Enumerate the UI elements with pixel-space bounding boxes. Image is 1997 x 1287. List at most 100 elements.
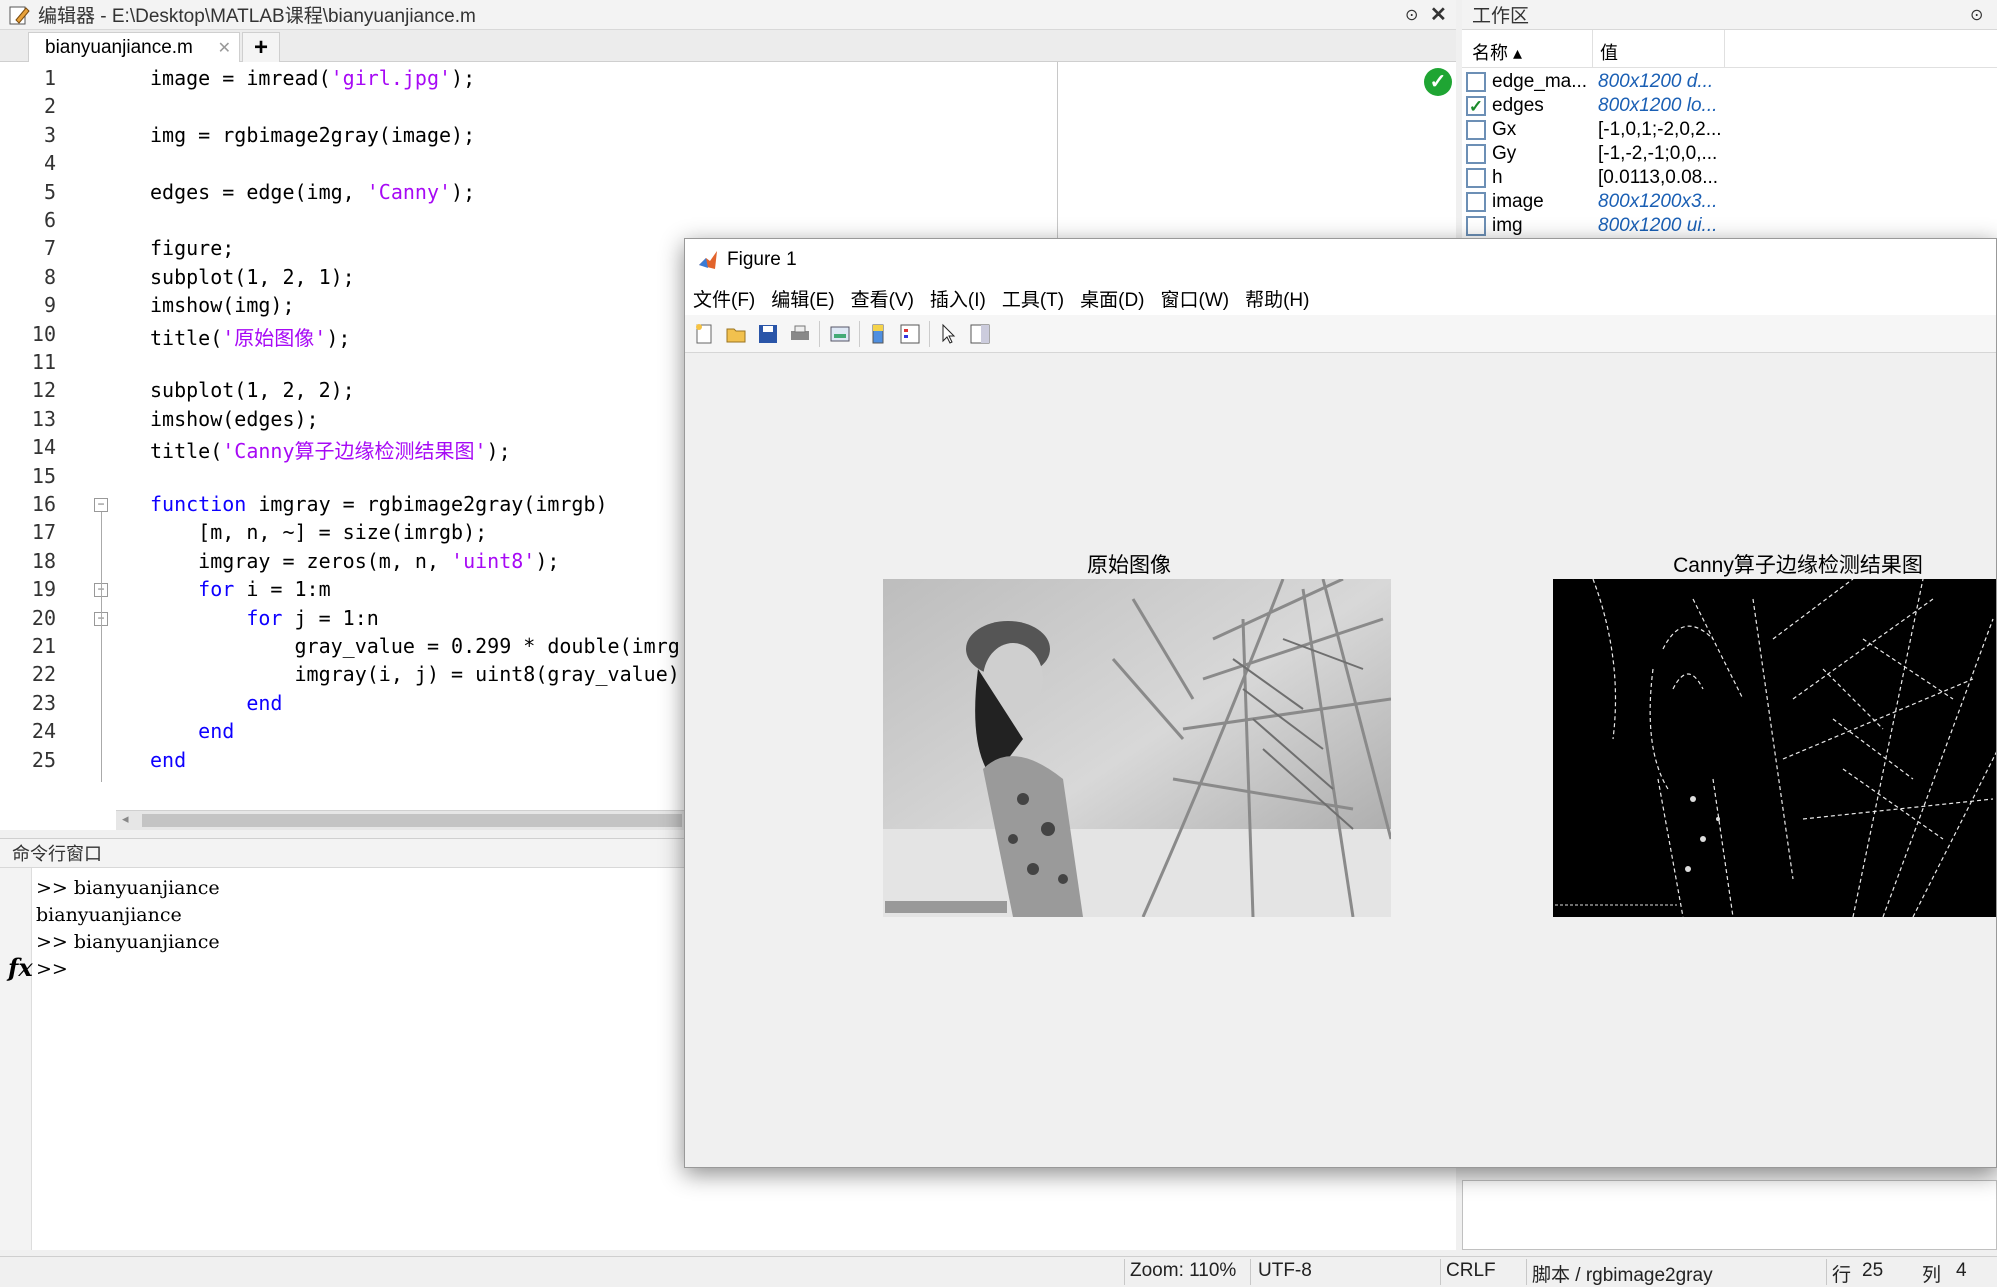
save-icon[interactable] — [757, 323, 779, 345]
matrix-variable-icon — [1466, 144, 1486, 164]
column-header-value[interactable]: 值 — [1600, 39, 1618, 65]
edit-plot-arrow-icon[interactable] — [937, 323, 959, 345]
line-number: 12 — [31, 378, 56, 403]
figure-menu-item[interactable]: 编辑(E) — [771, 285, 834, 312]
code-line[interactable]: imgray = zeros(m, n, 'uint8'); — [150, 549, 559, 573]
figure-window[interactable]: Figure 1 文件(F) 编辑(E) 查看(V) 插入(I) 工具(T) 桌面(D) 窗… — [684, 238, 1997, 1168]
code-line[interactable]: function imgray = rgbimage2gray(imrgb) — [150, 492, 608, 516]
tab-bianyuanjiance[interactable]: bianyuanjiance.m ✕ — [28, 32, 240, 62]
workspace-row[interactable]: h [0.0113,0.08... — [1462, 166, 1997, 190]
figure-menu-item[interactable]: 文件(F) — [693, 285, 755, 312]
workspace-row[interactable]: ✓ edges 800x1200 lo... — [1462, 94, 1997, 118]
dropdown-circle-icon[interactable]: ⊙ — [1405, 5, 1418, 25]
line-number: 8 — [43, 264, 56, 289]
code-token: end — [150, 747, 187, 772]
figure-menu-item[interactable]: 工具(T) — [1002, 285, 1064, 312]
row-number: 25 — [1862, 1260, 1884, 1281]
line-number: 22 — [31, 662, 56, 687]
code-analyzer-ok-icon[interactable]: ✓ — [1424, 68, 1452, 96]
property-editor-icon[interactable] — [969, 323, 991, 345]
canny-edge-image[interactable] — [1553, 579, 1997, 917]
figure-menu-item[interactable]: 桌面(D) — [1080, 285, 1144, 312]
workspace-title-bar: 工作区 ⊙ — [1462, 0, 1997, 30]
command-line[interactable]: >> bianyuanjiance — [36, 931, 220, 953]
tab-close-icon[interactable]: ✕ — [218, 38, 231, 58]
logical-variable-icon: ✓ — [1466, 96, 1486, 116]
line-number: 24 — [31, 719, 56, 744]
workspace-row[interactable]: edge_ma... 800x1200 d... — [1462, 70, 1997, 94]
code-line[interactable]: imshow(edges); — [150, 407, 319, 431]
code-line[interactable]: subplot(1, 2, 1); — [150, 265, 355, 289]
figure-menu-item[interactable]: 帮助(H) — [1245, 285, 1309, 312]
close-icon[interactable]: ✕ — [1430, 2, 1447, 27]
code-line[interactable]: img = rgbimage2gray(image); — [150, 123, 475, 147]
command-line[interactable]: bianyuanjiance — [36, 904, 182, 926]
figure-menu-bar: 文件(F) 编辑(E) 查看(V) 插入(I) 工具(T) 桌面(D) 窗口(W) 帮助(H) — [685, 281, 1996, 315]
workspace-row[interactable]: img 800x1200 ui... — [1462, 214, 1997, 238]
code-line[interactable]: title('Canny算子边缘检测结果图'); — [150, 435, 511, 464]
code-token: imshow(edges); — [150, 406, 319, 431]
code-line[interactable]: gray_value = 0.299 * double(imrg — [150, 634, 679, 658]
colorbar-icon[interactable] — [867, 323, 889, 345]
scrollbar-thumb[interactable] — [142, 814, 682, 827]
code-line[interactable]: end — [150, 719, 234, 743]
matrix-variable-icon — [1466, 72, 1486, 92]
command-line[interactable]: >> bianyuanjiance — [36, 877, 220, 899]
code-line[interactable]: for j = 1:n — [150, 605, 379, 630]
code-token: '原始图像' — [222, 325, 327, 350]
link-plot-icon[interactable] — [829, 323, 851, 345]
line-number: 10 — [31, 321, 56, 346]
code-token: i = 1:m — [234, 577, 331, 602]
code-line[interactable]: imgray(i, j) = uint8(gray_value) — [150, 662, 679, 686]
code-line[interactable]: figure; — [150, 236, 234, 260]
variable-name: img — [1492, 215, 1523, 236]
line-number-gutter: 1 2 3 4 5 6 7 8 9 10 11 12 13 14 15 16 17 18 19 20 21 22 23 24 2… — [0, 62, 116, 830]
workspace-dropdown-icon[interactable]: ⊙ — [1970, 5, 1983, 25]
column-divider[interactable] — [1724, 30, 1725, 68]
scroll-left-icon[interactable]: ◂ — [122, 811, 129, 827]
horizontal-scrollbar[interactable]: ◂ — [116, 810, 690, 830]
code-line[interactable]: end — [150, 691, 282, 715]
code-token: subplot(1, 2, 2); — [150, 378, 355, 403]
figure-menu-item[interactable]: 插入(I) — [930, 285, 986, 312]
workspace-row[interactable]: Gx [-1,0,1;-2,0,2... — [1462, 118, 1997, 142]
fx-icon[interactable]: fx — [8, 953, 33, 982]
line-number: 9 — [43, 293, 56, 318]
command-line[interactable]: >> — [36, 958, 68, 980]
legend-icon[interactable] — [899, 323, 921, 345]
workspace-header: 名称 ▴ 值 — [1462, 30, 1997, 68]
right-margin-rule — [1057, 62, 1058, 240]
line-number: 3 — [43, 122, 56, 147]
variable-name: edge_ma... — [1492, 71, 1588, 92]
editor-title-text: 编辑器 - E:\Desktop\MATLAB课程\bianyuanjiance… — [38, 6, 476, 27]
line-number: 16 — [31, 492, 56, 516]
code-line[interactable]: end — [150, 748, 186, 772]
figure-menu-item[interactable]: 窗口(W) — [1161, 285, 1230, 312]
code-line[interactable]: edges = edge(img, 'Canny'); — [150, 180, 475, 204]
fold-toggle-icon[interactable]: − — [94, 498, 108, 512]
add-tab-button[interactable]: + — [242, 32, 280, 62]
new-figure-icon[interactable] — [693, 323, 715, 345]
code-line[interactable]: title('原始图像'); — [150, 322, 350, 351]
column-header-name[interactable]: 名称 ▴ — [1472, 39, 1522, 65]
line-number: 5 — [43, 179, 56, 204]
line-ending: CRLF — [1446, 1260, 1496, 1281]
code-line[interactable]: for i = 1:m — [150, 577, 331, 602]
line-number: 7 — [43, 236, 56, 261]
code-token: j = 1:n — [282, 605, 379, 630]
open-file-icon[interactable] — [725, 323, 747, 345]
code-line[interactable]: imshow(img); — [150, 293, 295, 317]
print-icon[interactable] — [789, 323, 811, 345]
figure-menu-item[interactable]: 查看(V) — [851, 285, 914, 312]
code-line[interactable]: [m, n, ~] = size(imrgb); — [150, 520, 487, 544]
workspace-row[interactable]: Gy [-1,-2,-1;0,0,... — [1462, 142, 1997, 166]
code-line[interactable]: subplot(1, 2, 2); — [150, 378, 355, 402]
original-grayscale-image[interactable] — [883, 579, 1391, 917]
workspace-row[interactable]: image 800x1200x3... — [1462, 190, 1997, 214]
row-label: 行 — [1832, 1265, 1852, 1286]
code-line[interactable]: image = imread('girl.jpg'); — [150, 66, 475, 90]
column-divider[interactable] — [1592, 30, 1593, 68]
workspace-lower-panel — [1462, 1180, 1997, 1250]
variable-name: Gy — [1492, 143, 1517, 164]
axes1-title: 原始图像 — [1087, 554, 1171, 577]
